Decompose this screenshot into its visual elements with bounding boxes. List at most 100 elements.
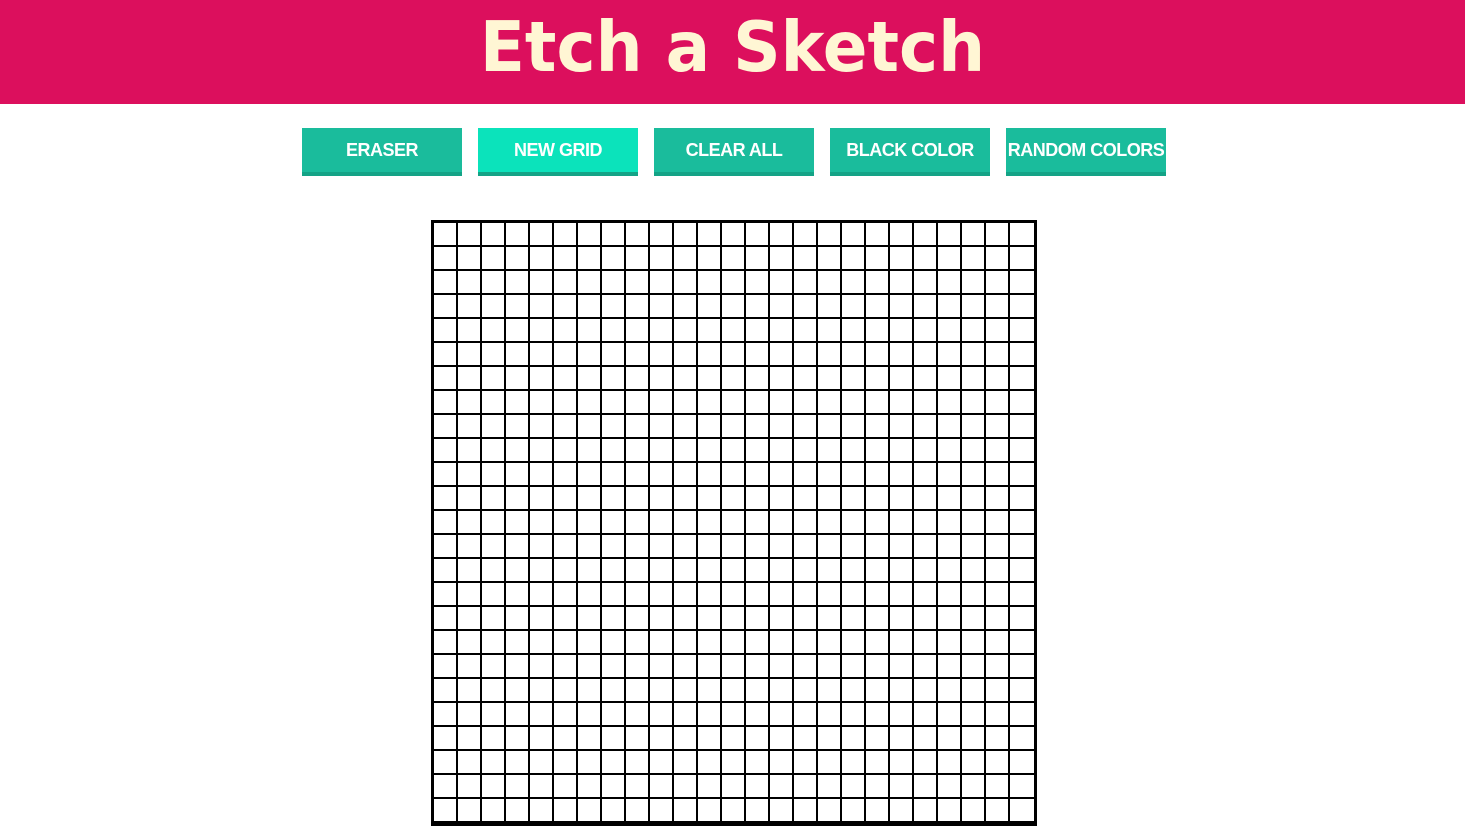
grid-cell[interactable] (890, 679, 914, 703)
grid-cell[interactable] (554, 607, 578, 631)
grid-cell[interactable] (986, 799, 1010, 823)
grid-cell[interactable] (914, 607, 938, 631)
grid-cell[interactable] (914, 775, 938, 799)
grid-cell[interactable] (1010, 511, 1034, 535)
grid-cell[interactable] (482, 247, 506, 271)
grid-cell[interactable] (434, 463, 458, 487)
grid-cell[interactable] (458, 511, 482, 535)
grid-cell[interactable] (626, 583, 650, 607)
grid-cell[interactable] (650, 391, 674, 415)
grid-cell[interactable] (866, 607, 890, 631)
grid-cell[interactable] (890, 655, 914, 679)
grid-cell[interactable] (554, 511, 578, 535)
grid-cell[interactable] (434, 775, 458, 799)
grid-cell[interactable] (914, 679, 938, 703)
grid-cell[interactable] (842, 727, 866, 751)
grid-cell[interactable] (986, 559, 1010, 583)
grid-cell[interactable] (770, 367, 794, 391)
grid-cell[interactable] (914, 655, 938, 679)
grid-cell[interactable] (650, 559, 674, 583)
grid-cell[interactable] (530, 463, 554, 487)
grid-cell[interactable] (914, 295, 938, 319)
grid-cell[interactable] (698, 271, 722, 295)
grid-cell[interactable] (578, 271, 602, 295)
grid-cell[interactable] (866, 559, 890, 583)
grid-cell[interactable] (842, 439, 866, 463)
grid-cell[interactable] (818, 631, 842, 655)
grid-cell[interactable] (986, 343, 1010, 367)
grid-cell[interactable] (506, 247, 530, 271)
grid-cell[interactable] (890, 775, 914, 799)
grid-cell[interactable] (722, 319, 746, 343)
grid-cell[interactable] (698, 319, 722, 343)
grid-cell[interactable] (458, 271, 482, 295)
grid-cell[interactable] (770, 607, 794, 631)
grid-cell[interactable] (506, 487, 530, 511)
grid-cell[interactable] (674, 343, 698, 367)
grid-cell[interactable] (482, 775, 506, 799)
grid-cell[interactable] (722, 679, 746, 703)
grid-cell[interactable] (986, 271, 1010, 295)
grid-cell[interactable] (986, 727, 1010, 751)
grid-cell[interactable] (458, 535, 482, 559)
grid-cell[interactable] (890, 367, 914, 391)
grid-cell[interactable] (746, 655, 770, 679)
grid-cell[interactable] (482, 439, 506, 463)
grid-cell[interactable] (890, 511, 914, 535)
grid-cell[interactable] (746, 343, 770, 367)
grid-cell[interactable] (626, 295, 650, 319)
grid-cell[interactable] (1010, 679, 1034, 703)
grid-cell[interactable] (506, 463, 530, 487)
grid-cell[interactable] (794, 751, 818, 775)
grid-cell[interactable] (650, 751, 674, 775)
grid-cell[interactable] (626, 487, 650, 511)
grid-cell[interactable] (674, 367, 698, 391)
grid-cell[interactable] (962, 295, 986, 319)
grid-cell[interactable] (554, 391, 578, 415)
grid-cell[interactable] (986, 583, 1010, 607)
grid-cell[interactable] (818, 367, 842, 391)
grid-cell[interactable] (722, 799, 746, 823)
grid-cell[interactable] (626, 703, 650, 727)
grid-cell[interactable] (746, 391, 770, 415)
grid-cell[interactable] (530, 295, 554, 319)
grid-cell[interactable] (674, 727, 698, 751)
grid-cell[interactable] (794, 463, 818, 487)
grid-cell[interactable] (674, 631, 698, 655)
grid-cell[interactable] (794, 511, 818, 535)
grid-cell[interactable] (938, 343, 962, 367)
grid-cell[interactable] (722, 583, 746, 607)
grid-cell[interactable] (434, 319, 458, 343)
grid-cell[interactable] (722, 223, 746, 247)
grid-cell[interactable] (458, 607, 482, 631)
grid-cell[interactable] (770, 559, 794, 583)
grid-cell[interactable] (722, 535, 746, 559)
grid-cell[interactable] (962, 391, 986, 415)
grid-cell[interactable] (770, 487, 794, 511)
grid-cell[interactable] (530, 799, 554, 823)
grid-cell[interactable] (938, 535, 962, 559)
grid-cell[interactable] (578, 439, 602, 463)
grid-cell[interactable] (626, 775, 650, 799)
grid-cell[interactable] (1010, 583, 1034, 607)
grid-cell[interactable] (1010, 319, 1034, 343)
grid-cell[interactable] (482, 703, 506, 727)
grid-cell[interactable] (938, 439, 962, 463)
grid-cell[interactable] (722, 631, 746, 655)
grid-cell[interactable] (578, 607, 602, 631)
grid-cell[interactable] (434, 607, 458, 631)
grid-cell[interactable] (890, 583, 914, 607)
grid-cell[interactable] (626, 439, 650, 463)
grid-cell[interactable] (794, 439, 818, 463)
grid-cell[interactable] (890, 799, 914, 823)
grid-cell[interactable] (506, 223, 530, 247)
grid-cell[interactable] (914, 223, 938, 247)
grid-cell[interactable] (986, 607, 1010, 631)
grid-cell[interactable] (674, 247, 698, 271)
grid-cell[interactable] (842, 775, 866, 799)
grid-cell[interactable] (554, 727, 578, 751)
grid-cell[interactable] (482, 343, 506, 367)
grid-cell[interactable] (458, 487, 482, 511)
grid-cell[interactable] (986, 535, 1010, 559)
grid-cell[interactable] (650, 319, 674, 343)
